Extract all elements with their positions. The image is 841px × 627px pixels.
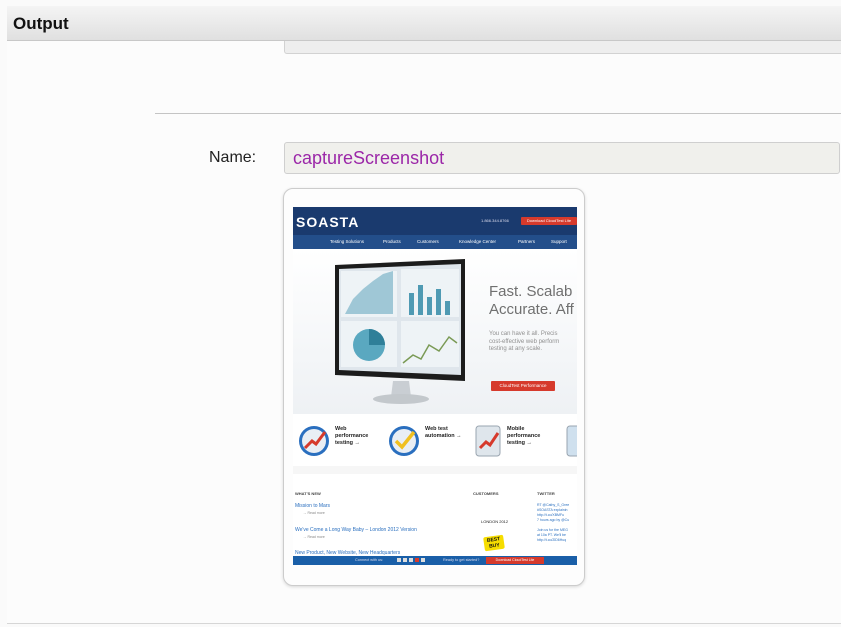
feature-line: testing → (335, 440, 361, 446)
news-item-title: We've Come a Long Way Baby – London 2012… (295, 527, 417, 533)
site-nav-item: Partners (518, 239, 536, 244)
footer-cta: Download CloudTest Lite (486, 557, 544, 564)
feature-mobile-performance: Mobile performance testing → (507, 426, 540, 447)
footer-ready: Ready to get started? (443, 558, 480, 562)
site-hero: Fast. Scalab Accurate. Aff You can have … (293, 249, 577, 418)
site-phone: 1.866.344.8766 (481, 218, 509, 223)
feature-line: performance (507, 433, 541, 439)
footer-connect: Connect with us: (355, 558, 384, 562)
twitter-feed: RT @Cathy_S_Gree #SOASTA explainin http:… (537, 503, 569, 543)
screenshot-thumbnail[interactable]: SOASTA 1.866.344.8766 Download CloudTest… (283, 188, 585, 586)
hero-title-line: Accurate. Aff (489, 301, 574, 318)
feature-strip-shadow (293, 466, 577, 474)
web-performance-icon (299, 426, 329, 456)
site-nav-item: Products (383, 239, 401, 244)
section-divider (155, 113, 841, 114)
news-item-title: Mission to Mars (295, 503, 331, 509)
feature-web-performance: Web performance testing → (335, 426, 368, 447)
feature-line: testing → (507, 440, 533, 446)
site-top-cta: Download CloudTest Lite (521, 217, 577, 225)
site-nav-item: Testing Solutions (330, 239, 365, 244)
name-input[interactable] (285, 143, 839, 173)
site-footer: Connect with us: Ready to get started? D… (293, 556, 577, 565)
output-panel-header: Output (7, 6, 841, 41)
hero-title-line: Fast. Scalab (489, 283, 573, 300)
social-icon (409, 558, 413, 562)
mobile-performance-icon (475, 425, 501, 457)
site-nav-item: Support (551, 239, 567, 244)
site-logo: SOASTA (296, 214, 360, 230)
site-nav: Testing Solutions Products Customers Kno… (293, 235, 577, 249)
site-nav-item: Knowledge Center (459, 239, 497, 244)
feature-line: Web (335, 426, 347, 432)
customers-heading: CUSTOMERS (473, 491, 499, 496)
previous-field[interactable] (284, 41, 841, 54)
feature-line: automation → (425, 433, 462, 439)
feature-web-test-automation: Web test automation → (425, 426, 462, 440)
feature-line: Web test (425, 426, 448, 432)
site-lower-section: WHAT'S NEW CUSTOMERS TWITTER Mission to … (293, 474, 577, 556)
feature-strip: Web performance testing → Web test autom… (293, 414, 577, 467)
feature-line: Mobile (507, 426, 525, 432)
tweet-line: http://t.co/ZiD6Huq (537, 538, 567, 542)
site-header: SOASTA 1.866.344.8766 Download CloudTest… (293, 207, 577, 235)
name-label: Name: (209, 149, 257, 166)
social-icon (403, 558, 407, 562)
london-2012-logo: LONDON 2012 (481, 519, 509, 524)
hero-text-line: testing at any scale. (489, 346, 543, 352)
feature-line: performance (335, 433, 369, 439)
hero-text-line: cost-effective web perform (489, 338, 560, 345)
hero-title: Fast. Scalab Accurate. Aff (489, 283, 574, 319)
web-test-automation-icon (389, 426, 419, 456)
hero-text: You can have it all. Precis cost-effecti… (489, 331, 559, 354)
captured-screenshot: SOASTA 1.866.344.8766 Download CloudTest… (293, 207, 577, 565)
site-nav-item: Customers (417, 239, 439, 244)
social-icon (415, 558, 419, 562)
monitor-image (335, 259, 465, 404)
tweet-line: 7 hours ago by @Cu (537, 518, 570, 522)
twitter-heading: TWITTER (537, 491, 555, 496)
best-buy-logo: BEST BUY (483, 534, 505, 552)
social-icon (397, 558, 401, 562)
panel-title: Output (13, 14, 69, 33)
hero-cta-button: CloudTest Performance (491, 381, 555, 391)
news-heading: WHAT'S NEW (295, 491, 321, 496)
hero-text-line: You can have it all. Precis (489, 331, 558, 337)
news-read-more: → Read more (303, 535, 325, 539)
name-field[interactable] (284, 142, 840, 174)
social-icon (421, 558, 425, 562)
news-read-more: → Read more (303, 511, 325, 515)
partial-feature-icon (566, 425, 577, 457)
